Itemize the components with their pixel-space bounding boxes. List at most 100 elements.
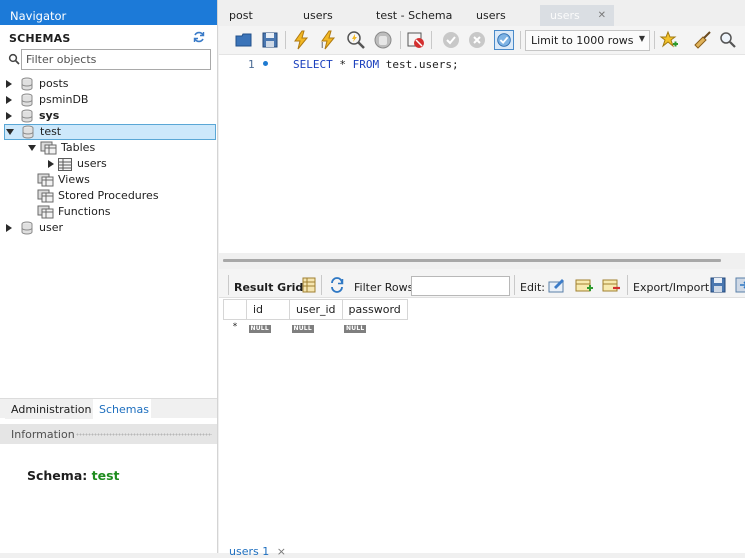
toolbar-separator bbox=[400, 31, 401, 49]
expand-arrow-icon[interactable] bbox=[46, 159, 56, 169]
column-header-id[interactable]: id bbox=[246, 299, 290, 320]
tree-item-label: posts bbox=[39, 77, 69, 90]
information-label: Information bbox=[11, 428, 75, 441]
statement-marker-icon bbox=[263, 61, 268, 66]
tree-item-label: users bbox=[77, 157, 107, 170]
database-icon bbox=[22, 125, 34, 139]
schemas-header: SCHEMAS bbox=[0, 25, 217, 49]
navigator-title: Navigator bbox=[0, 0, 217, 25]
tree-item-label: user bbox=[39, 221, 63, 234]
save-button[interactable] bbox=[260, 30, 280, 50]
tables-folder-icon bbox=[40, 141, 57, 155]
column-header-user-id[interactable]: user_id bbox=[289, 299, 343, 320]
table-icon bbox=[58, 157, 72, 171]
delete-row-icon[interactable] bbox=[602, 276, 620, 294]
refresh-icon[interactable] bbox=[329, 277, 345, 293]
expand-arrow-icon[interactable] bbox=[4, 79, 14, 89]
table-cell[interactable]: NULL bbox=[342, 320, 407, 333]
tree-item-psmindb[interactable]: psminDB bbox=[4, 92, 216, 108]
toolbar-separator bbox=[431, 31, 432, 49]
find-button[interactable] bbox=[718, 30, 738, 50]
tree-item-label: Views bbox=[58, 173, 90, 186]
sql-code-line[interactable]: SELECT * FROM test.users; bbox=[293, 58, 459, 71]
broom-icon bbox=[694, 31, 711, 49]
commit-button[interactable] bbox=[441, 30, 461, 50]
insert-row-icon[interactable] bbox=[575, 276, 593, 294]
save-icon bbox=[262, 32, 278, 48]
table-row[interactable]: * NULL NULL NULL bbox=[224, 320, 408, 333]
expand-arrow-icon[interactable] bbox=[4, 111, 14, 121]
expand-arrow-icon[interactable] bbox=[4, 223, 14, 233]
execute-button[interactable] bbox=[291, 30, 311, 50]
sql-editor[interactable]: 1 SELECT * FROM test.users; bbox=[219, 55, 745, 253]
add-snippet-button[interactable] bbox=[659, 30, 679, 50]
table-cell[interactable]: NULL bbox=[290, 320, 343, 333]
cancel-icon bbox=[469, 32, 485, 48]
database-icon bbox=[21, 77, 33, 91]
null-badge: NULL bbox=[344, 325, 367, 333]
explain-button[interactable] bbox=[346, 30, 366, 50]
tree-item-stored-procedures[interactable]: Stored Procedures bbox=[37, 188, 212, 204]
filter-objects-input[interactable] bbox=[21, 49, 211, 70]
autocommit-button[interactable] bbox=[494, 30, 514, 50]
filter-rows-input[interactable] bbox=[411, 276, 510, 296]
search-icon bbox=[720, 32, 736, 48]
rollback-button[interactable] bbox=[467, 30, 487, 50]
folder-icon bbox=[235, 33, 252, 47]
refresh-icon[interactable] bbox=[192, 30, 206, 44]
expand-arrow-icon[interactable] bbox=[4, 95, 14, 105]
tab-administration[interactable]: Administration bbox=[5, 399, 98, 419]
tree-item-views[interactable]: Views bbox=[37, 172, 207, 188]
table-cell[interactable]: NULL bbox=[247, 320, 290, 333]
column-header-password[interactable]: password bbox=[341, 299, 408, 320]
tree-item-sys[interactable]: sys bbox=[4, 108, 216, 124]
result-grid-label[interactable]: Result Grid bbox=[234, 281, 303, 294]
splitter-handle[interactable] bbox=[223, 259, 721, 262]
toolbar-separator bbox=[285, 31, 286, 49]
panel-splitter[interactable] bbox=[219, 253, 745, 269]
stop-button[interactable] bbox=[373, 30, 393, 50]
export-import-label: Export/Import: bbox=[633, 281, 713, 294]
tree-item-users[interactable]: users bbox=[46, 156, 206, 172]
filter-row bbox=[0, 49, 217, 73]
tree-item-test[interactable]: test bbox=[4, 124, 216, 140]
tab-post[interactable]: post bbox=[219, 5, 291, 26]
tab-users-active[interactable]: users ✕ bbox=[540, 5, 614, 26]
tab-test-schema[interactable]: test - Schema bbox=[366, 5, 466, 26]
export-icon[interactable] bbox=[709, 276, 727, 294]
result-tab-users-1[interactable]: users 1 × bbox=[229, 545, 286, 558]
tree-item-label: Tables bbox=[61, 141, 96, 154]
sql-keyword: SELECT bbox=[293, 58, 333, 71]
close-icon[interactable]: × bbox=[277, 545, 286, 558]
collapse-arrow-icon[interactable] bbox=[5, 127, 15, 137]
toolbar-separator bbox=[520, 31, 521, 49]
tab-users[interactable]: users bbox=[293, 5, 365, 26]
tree-item-posts[interactable]: posts bbox=[4, 76, 216, 92]
schema-info-value: test bbox=[91, 468, 120, 483]
open-file-button[interactable] bbox=[234, 30, 254, 50]
result-grid[interactable]: id user_id password * NULL NULL NULL bbox=[223, 299, 408, 333]
collapse-arrow-icon[interactable] bbox=[27, 143, 37, 153]
information-grip[interactable] bbox=[76, 433, 212, 436]
tree-item-label: test bbox=[40, 125, 62, 138]
tree-item-user[interactable]: user bbox=[4, 220, 216, 236]
toggle-output-button[interactable] bbox=[406, 30, 426, 50]
information-panel: Schema: test bbox=[0, 444, 217, 553]
beautify-button[interactable] bbox=[692, 30, 712, 50]
limit-rows-select[interactable]: Limit to 1000 rows ▼ bbox=[525, 30, 650, 51]
schema-info-label: Schema: bbox=[27, 468, 88, 483]
result-toolbar: Result Grid Filter Rows: Edit: Export/Im… bbox=[219, 269, 745, 298]
import-icon[interactable] bbox=[734, 276, 745, 294]
navigator-bottom-tabs: Administration Schemas bbox=[0, 398, 217, 419]
tree-item-tables[interactable]: Tables bbox=[27, 140, 207, 156]
svg-text:I: I bbox=[321, 41, 323, 50]
grid-view-icon[interactable] bbox=[301, 277, 317, 293]
edit-row-icon[interactable] bbox=[548, 276, 566, 294]
null-badge: NULL bbox=[291, 325, 314, 333]
tab-users-2[interactable]: users bbox=[466, 5, 540, 26]
execute-current-button[interactable]: I bbox=[318, 30, 338, 50]
toolbar-separator bbox=[321, 275, 322, 295]
close-icon[interactable]: ✕ bbox=[598, 10, 606, 21]
tree-item-functions[interactable]: Functions bbox=[37, 204, 207, 220]
tab-schemas[interactable]: Schemas bbox=[93, 399, 151, 419]
